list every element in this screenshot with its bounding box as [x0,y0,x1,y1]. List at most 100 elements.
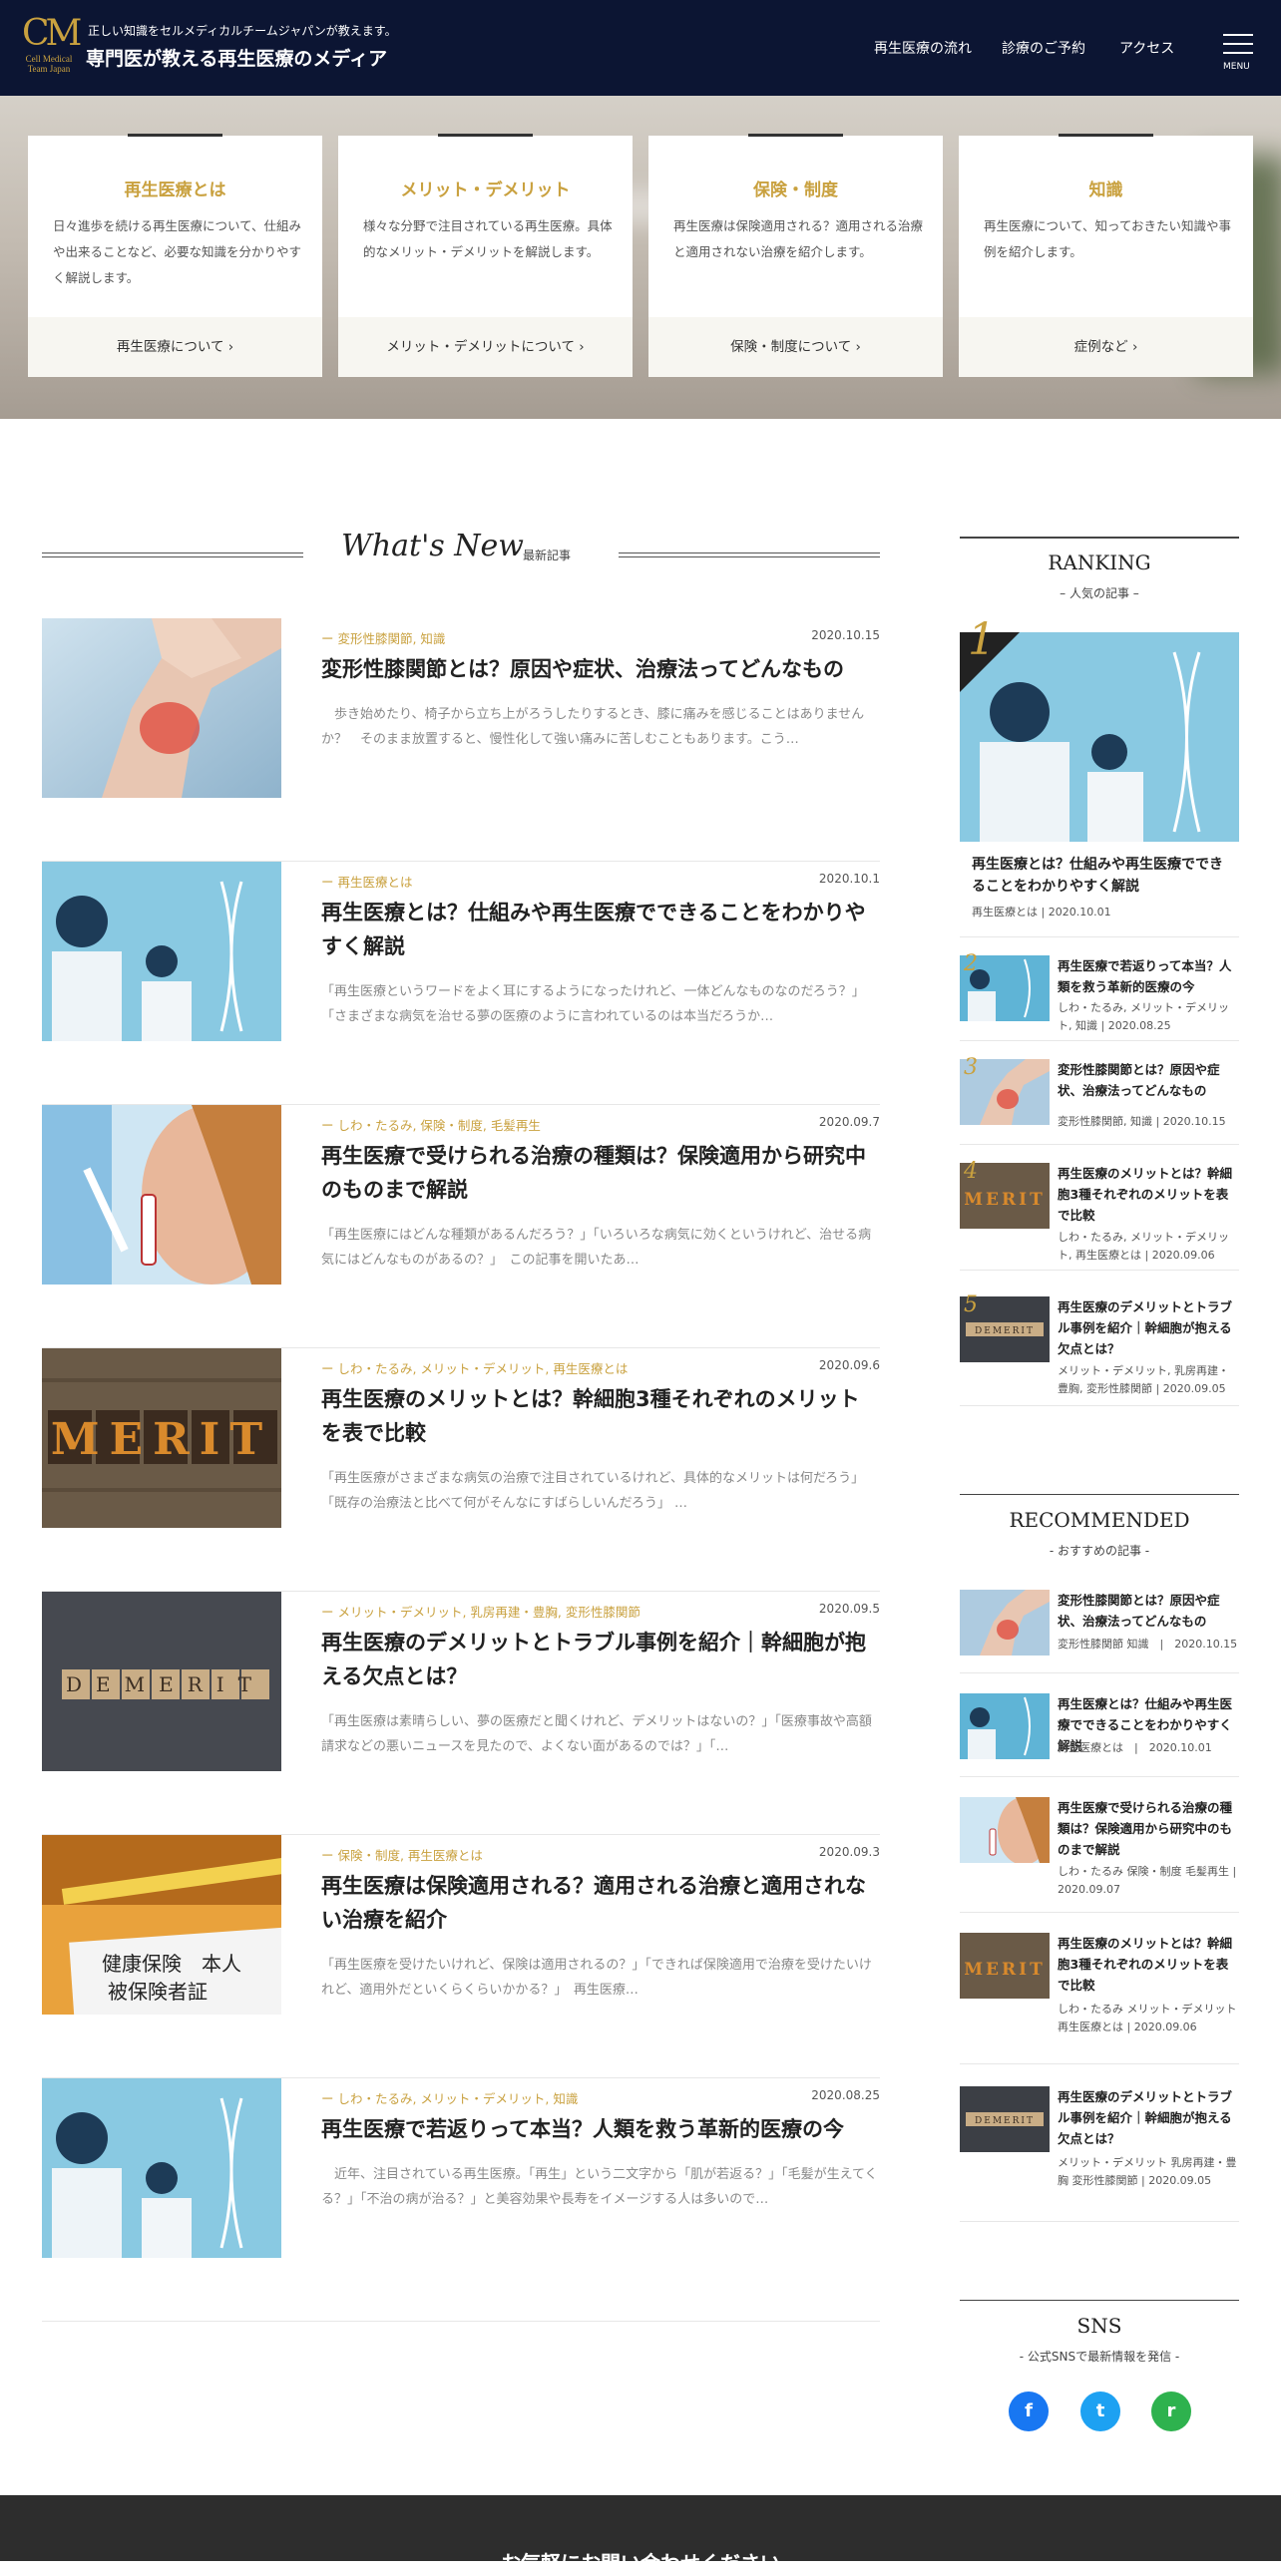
article-title[interactable]: 再生医療のメリットとは？幹細胞3種それぞれのメリットを表で比較 [321,1382,880,1450]
article-item[interactable]: MERIT ー しわ・たるみ, メリット・デメリット, 再生医療とは 2020.… [42,1348,880,1592]
article-item[interactable]: ー 変形性膝関節, 知識 2020.10.15 変形性膝関節とは？原因や症状、治… [42,618,880,862]
ranking-item-title[interactable]: 変形性膝関節とは？原因や症状、治療法ってどんなもの [1058,1059,1239,1101]
ranking-thumbnail[interactable] [960,632,1239,842]
article-category[interactable]: ー しわ・たるみ, 保険・制度, 毛髪再生 [321,1115,541,1134]
ranking-item-title[interactable]: 再生医療のメリットとは？幹細胞3種それぞれのメリットを表で比較 [1058,1163,1239,1226]
ranking-title: RANKING [1048,551,1151,574]
article-item[interactable]: DEMERIT ー メリット・デメリット, 乳房再建・豊胸, 変形性膝関節 20… [42,1592,880,1835]
ranking-item-meta: しわ・たるみ, メリット・デメリット, 再生医療とは | 2020.09.06 [1058,1231,1229,1262]
article-category[interactable]: ー 保険・制度, 再生医療とは [321,1845,483,1864]
recommended-item-meta: 再生医療とは | 2020.10.01 [1058,1741,1212,1754]
recommended-item[interactable]: MERIT 再生医療のメリットとは？幹細胞3種それぞれのメリットを表で比較 しわ… [960,1933,1239,2064]
ranking-top-item[interactable]: 1 再生医療とは？仕組みや再生医療でできることをわかりやすく解説 再生医療とは … [960,614,1239,937]
category-desc: 再生医療について、知っておきたい知識や事例を紹介します。 [984,218,1232,259]
article-item[interactable]: ー しわ・たるみ, メリット・デメリット, 知識 2020.08.25 再生医療… [42,2078,880,2322]
category-link[interactable]: メリット・デメリットについて › [338,317,633,377]
category-link[interactable]: 再生医療について › [28,317,322,377]
article-thumbnail[interactable] [42,618,281,798]
article-excerpt: 「再生医療にはどんな種類があるんだろう？」「いろいろな病気に効くというけれど、治… [321,1228,872,1268]
svg-text:DEMERIT: DEMERIT [975,2116,1035,2126]
article-item[interactable]: ー しわ・たるみ, 保険・制度, 毛髪再生 2020.09.7 再生医療で受けら… [42,1105,880,1348]
recommended-item[interactable]: 再生医療で受けられる治療の種類は？保険適用から研究中のものまで解説 しわ・たるみ… [960,1797,1239,1913]
ranking-number: 2 [964,951,978,976]
recommended-item-title[interactable]: 再生医療で受けられる治療の種類は？保険適用から研究中のものまで解説 [1058,1797,1239,1860]
article-thumbnail[interactable] [42,2078,281,2258]
article-title[interactable]: 再生医療とは？仕組みや再生医療でできることをわかりやすく解説 [321,896,880,963]
article-thumbnail[interactable]: 健康保険 本人 被保険者証 [42,1835,281,2015]
article-title[interactable]: 変形性膝関節とは？原因や症状、治療法ってどんなもの [321,652,880,686]
nav-reservation[interactable]: 診療のご予約 [1002,38,1085,58]
article-category[interactable]: ー 再生医療とは [321,872,412,891]
category-title: メリット・デメリット [400,181,571,200]
recommended-item-meta: しわ・たるみ 保険・制度 毛髪再生 | 2020.09.07 [1058,1865,1237,1896]
nav-flow[interactable]: 再生医療の流れ [874,38,972,58]
ranking-number: 1 [968,614,996,665]
article-title[interactable]: 再生医療のデメリットとトラブル事例を紹介｜幹細胞が抱える欠点とは？ [321,1626,880,1693]
article-thumbnail[interactable]: DEMERIT [42,1592,281,1771]
article-date: 2020.08.25 [811,2088,880,2102]
article-title[interactable]: 再生医療で受けられる治療の種類は？保険適用から研究中のものまで解説 [321,1139,880,1207]
recommended-item[interactable]: DEMERIT 再生医療のデメリットとトラブル事例を紹介｜幹細胞が抱える欠点とは… [960,2086,1239,2222]
facebook-icon[interactable]: f [1009,2392,1049,2431]
site-logo[interactable]: CM Cell Medical Team Japan [22,14,82,78]
chevron-right-icon: › [579,339,585,355]
recommended-title: RECOMMENDED [1009,1508,1190,1532]
recommended-item-title[interactable]: 再生医療のデメリットとトラブル事例を紹介｜幹細胞が抱える欠点とは？ [1058,2086,1239,2149]
ranking-item-title[interactable]: 再生医療とは？仕組みや再生医療でできることをわかりやすく解説 [972,854,1231,898]
whats-new-title: What's New [341,529,524,563]
twitter-icon[interactable]: t [1080,2392,1120,2431]
ranking-item[interactable]: MERIT 4 再生医療のメリットとは？幹細胞3種それぞれのメリットを表で比較 … [960,1159,1239,1271]
chevron-right-icon: › [855,339,861,355]
ranking-number: 5 [964,1292,978,1317]
article-date: 2020.10.1 [818,872,880,886]
ranking-item[interactable]: 2 再生医療で若返りって本当？人類を救う革新的医療の今 しわ・たるみ, メリット… [960,951,1239,1041]
article-category[interactable]: ー しわ・たるみ, メリット・デメリット, 再生医療とは [321,1358,628,1377]
recommended-item[interactable]: 再生医療とは？仕組みや再生医療でできることをわかりやすく解説 再生医療とは | … [960,1693,1239,1777]
article-date: 2020.09.3 [818,1845,880,1859]
recommended-thumbnail[interactable]: MERIT [960,1933,1050,1999]
ranking-item-meta: 変形性膝関節, 知識 | 2020.10.15 [1058,1115,1226,1128]
recommended-item-title[interactable]: 変形性膝関節とは？原因や症状、治療法ってどんなもの [1058,1590,1239,1632]
article-category[interactable]: ー しわ・たるみ, メリット・デメリット, 知識 [321,2088,578,2107]
article-title[interactable]: 再生医療は保険適用される？適用される治療と適用されない治療を紹介 [321,1869,880,1937]
nav-access[interactable]: アクセス [1119,38,1174,58]
svg-text:MERIT: MERIT [964,1190,1046,1210]
rss-icon[interactable]: r [1151,2392,1191,2431]
article-date: 2020.09.7 [818,1115,880,1129]
category-card-merit: メリット・デメリット 様々な分野で注目されている再生医療。具体的なメリット・デメ… [338,134,633,377]
article-item[interactable]: ー 再生医療とは 2020.10.1 再生医療とは？仕組みや再生医療でできること… [42,862,880,1105]
category-link[interactable]: 保険・制度について › [648,317,943,377]
article-thumbnail[interactable] [42,862,281,1041]
category-title: 知識 [1088,181,1123,200]
ranking-item[interactable]: DEMERIT 5 再生医療のデメリットとトラブル事例を紹介｜幹細胞が抱える欠点… [960,1292,1239,1406]
recommended-thumbnail[interactable] [960,1693,1050,1759]
svg-text:健康保険 本人: 健康保険 本人 [102,1952,241,1976]
logo-sub-2: Team Japan [27,64,71,74]
contact-band: お気軽にお問い合わせください [0,2495,1281,2575]
ranking-item[interactable]: 3 変形性膝関節とは？原因や症状、治療法ってどんなもの 変形性膝関節, 知識 |… [960,1055,1239,1145]
category-desc: 再生医療は保険適用される？適用される治療と適用されない治療を紹介します。 [673,218,924,259]
sns-subtitle: - 公式SNSで最新情報を発信 - [1019,2350,1180,2364]
recommended-thumbnail[interactable] [960,1590,1050,1656]
ranking-item-title[interactable]: 再生医療で若返りって本当？人類を救う革新的医療の今 [1058,955,1239,997]
ranking-item-meta: しわ・たるみ, メリット・デメリット, 知識 | 2020.08.25 [1058,1001,1229,1032]
category-link[interactable]: 症例など › [959,317,1253,377]
tagline: 正しい知識をセルメディカルチームジャパンが教えます。 [88,24,397,38]
menu-button[interactable]: MENU [1221,34,1255,74]
article-category[interactable]: ー メリット・デメリット, 乳房再建・豊胸, 変形性膝関節 [321,1602,640,1621]
contact-heading: お気軽にお問い合わせください [501,2551,780,2575]
article-title[interactable]: 再生医療で若返りって本当？人類を救う革新的医療の今 [321,2112,880,2146]
site-title[interactable]: 専門医が教える再生医療のメディア [86,44,387,71]
svg-text:MERIT: MERIT [964,1960,1046,1980]
article-date: 2020.10.15 [811,628,880,642]
recommended-item-title[interactable]: 再生医療のメリットとは？幹細胞3種それぞれのメリットを表で比較 [1058,1933,1239,1996]
article-item[interactable]: 健康保険 本人 被保険者証 ー 保険・制度, 再生医療とは 2020.09.3 再… [42,1835,880,2078]
recommended-thumbnail[interactable] [960,1797,1050,1863]
ranking-item-title[interactable]: 再生医療のデメリットとトラブル事例を紹介｜幹細胞が抱える欠点とは？ [1058,1296,1239,1359]
recommended-thumbnail[interactable]: DEMERIT [960,2086,1050,2152]
article-thumbnail[interactable] [42,1105,281,1285]
logo-sub-1: Cell Medical [25,54,73,64]
recommended-item[interactable]: 変形性膝関節とは？原因や症状、治療法ってどんなもの 変形性膝関節 知識 | 20… [960,1590,1239,1673]
article-thumbnail[interactable]: MERIT [42,1348,281,1528]
article-category[interactable]: ー 変形性膝関節, 知識 [321,628,445,647]
